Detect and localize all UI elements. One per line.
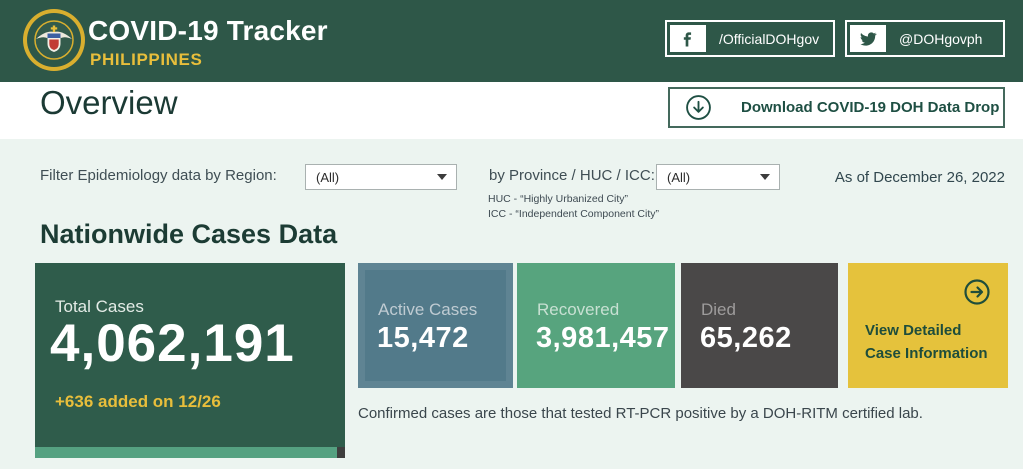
app-title: COVID-19 Tracker <box>88 15 328 46</box>
facebook-link-button[interactable]: /OfficialDOHgov <box>665 20 835 57</box>
doh-seal-logo <box>23 9 85 71</box>
region-filter-value: (All) <box>316 169 340 185</box>
covid-tracker-dashboard: COVID-19 Tracker PHILIPPINES /OfficialDO… <box>0 0 1023 469</box>
region-filter-label: Filter Epidemiology data by Region: <box>40 167 277 184</box>
province-filter-dropdown[interactable]: (All) <box>656 164 780 190</box>
region-filter-dropdown[interactable]: (All) <box>305 164 457 190</box>
active-cases-label: Active Cases <box>378 300 478 319</box>
confirmed-cases-footnote: Confirmed cases are those that tested RT… <box>358 405 923 422</box>
total-cases-value: 4,062,191 <box>50 314 295 373</box>
huc-definition-note: HUC - “Highly Urbanized City” <box>488 193 629 205</box>
recovered-cases-label: Recovered <box>537 300 620 319</box>
section-title-nationwide-cases: Nationwide Cases Data <box>40 219 338 249</box>
active-cases-card[interactable]: Active Cases 15,472 <box>358 263 513 388</box>
active-cases-value: 15,472 <box>377 322 469 354</box>
download-data-drop-button[interactable]: Download COVID-19 DOH Data Drop <box>668 87 1005 128</box>
twitter-icon <box>850 25 886 52</box>
arrow-right-circle-icon <box>964 279 990 305</box>
died-cases-label: Died <box>701 300 736 319</box>
detail-button-label: View Detailed Case Information <box>865 320 988 365</box>
detail-button-label-line1: View Detailed <box>865 322 962 339</box>
recovered-cases-card[interactable]: Recovered 3,981,457 <box>517 263 675 388</box>
twitter-handle: @DOHgovph <box>899 30 983 47</box>
facebook-icon <box>670 25 706 52</box>
chevron-down-icon <box>760 174 770 180</box>
icc-definition-note: ICC - “Independent Component City” <box>488 208 659 220</box>
detail-button-label-line2: Case Information <box>865 344 988 362</box>
view-detailed-case-information-button[interactable]: View Detailed Case Information <box>848 263 1008 388</box>
header-bar: COVID-19 Tracker PHILIPPINES /OfficialDO… <box>0 0 1023 82</box>
total-cases-progress-bar <box>35 447 345 458</box>
as-of-date: As of December 26, 2022 <box>834 169 1005 186</box>
recovered-cases-value: 3,981,457 <box>536 322 670 354</box>
twitter-link-button[interactable]: @DOHgovph <box>845 20 1005 57</box>
page-title: Overview <box>40 84 178 121</box>
progress-bar-notch <box>337 447 345 458</box>
province-filter-label: by Province / HUC / ICC: <box>489 167 655 184</box>
died-cases-card[interactable]: Died 65,262 <box>681 263 838 388</box>
download-icon <box>686 95 711 120</box>
facebook-handle: /OfficialDOHgov <box>719 30 820 47</box>
total-cases-card[interactable]: Total Cases 4,062,191 +636 added on 12/2… <box>35 263 345 458</box>
download-button-label: Download COVID-19 DOH Data Drop <box>741 99 1000 116</box>
chevron-down-icon <box>437 174 447 180</box>
province-filter-value: (All) <box>667 169 691 185</box>
total-cases-delta: +636 added on 12/26 <box>55 392 221 411</box>
died-cases-value: 65,262 <box>700 322 792 354</box>
app-subtitle: PHILIPPINES <box>90 50 203 69</box>
